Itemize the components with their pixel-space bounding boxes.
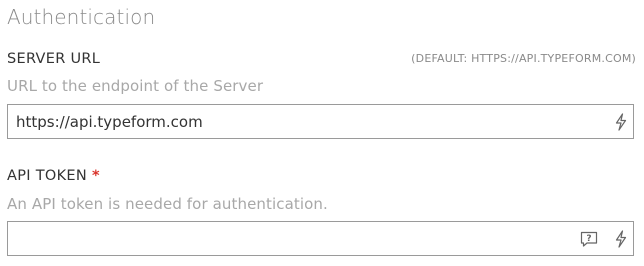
svg-text:?: ? <box>586 234 591 244</box>
server-url-label: SERVER URL <box>7 51 101 67</box>
api-token-input[interactable] <box>8 222 576 255</box>
api-token-label-text: API TOKEN <box>7 168 88 184</box>
required-marker: * <box>91 168 100 184</box>
api-token-field: ? <box>7 221 634 256</box>
section-title: Authentication <box>7 5 156 29</box>
server-url-default-hint: (DEFAULT: HTTPS://API.TYPEFORM.COM) <box>411 52 636 65</box>
server-url-input[interactable] <box>8 105 576 138</box>
lightning-icon[interactable] <box>611 229 631 249</box>
lightning-icon[interactable] <box>611 112 631 132</box>
help-comment-icon[interactable]: ? <box>579 229 599 249</box>
server-url-help-text: URL to the endpoint of the Server <box>7 77 264 95</box>
api-token-label: API TOKEN * <box>7 168 100 184</box>
api-token-help-text: An API token is needed for authenticatio… <box>7 195 328 213</box>
server-url-field <box>7 104 634 139</box>
